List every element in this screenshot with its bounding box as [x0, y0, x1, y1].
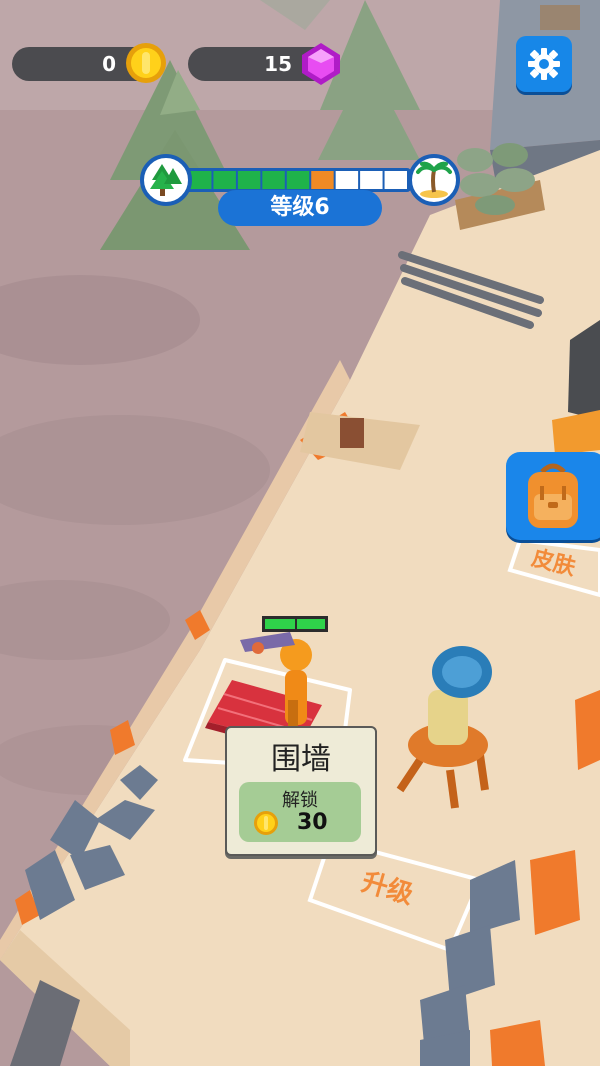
backpack-button[interactable]	[506, 452, 600, 540]
wall-unlock-panel[interactable]: 围墙 解锁 30	[225, 726, 377, 856]
unlock-cost: 30	[297, 810, 328, 835]
progress-segment-empty	[384, 171, 407, 189]
level-progress-segments	[189, 171, 407, 189]
settings-button[interactable]	[516, 36, 572, 92]
pine-tree-icon	[140, 154, 192, 206]
gem-icon	[302, 43, 340, 85]
progress-segment-done	[237, 171, 261, 189]
coin-icon	[254, 811, 278, 835]
progress-segment-done	[189, 171, 212, 189]
palm-tree-icon	[408, 154, 460, 206]
progress-segment-empty	[335, 171, 359, 189]
gem-counter: 15	[188, 43, 340, 85]
progress-segment-current	[311, 171, 334, 189]
progress-segment-empty	[360, 171, 383, 189]
progress-segment-done	[262, 171, 285, 189]
ground-blotch	[0, 415, 270, 525]
gate-post	[340, 418, 364, 448]
unlock-button[interactable]: 解锁 30	[239, 782, 361, 842]
coin-counter: 0	[12, 43, 166, 83]
unlock-panel-title: 围墙	[271, 742, 331, 777]
level-label: 等级6	[218, 190, 382, 226]
coin-icon	[126, 43, 166, 83]
coin-count: 0	[102, 52, 116, 76]
progress-segment-done	[213, 171, 236, 189]
player-health-bar	[262, 616, 328, 632]
backpack-icon	[528, 463, 578, 528]
gear-icon	[528, 48, 560, 80]
progress-segment-done	[286, 171, 310, 189]
gem-count: 15	[264, 52, 292, 76]
ground-blotch	[0, 275, 200, 365]
unlock-label: 解锁	[282, 790, 318, 811]
ground-blotch	[0, 580, 170, 660]
